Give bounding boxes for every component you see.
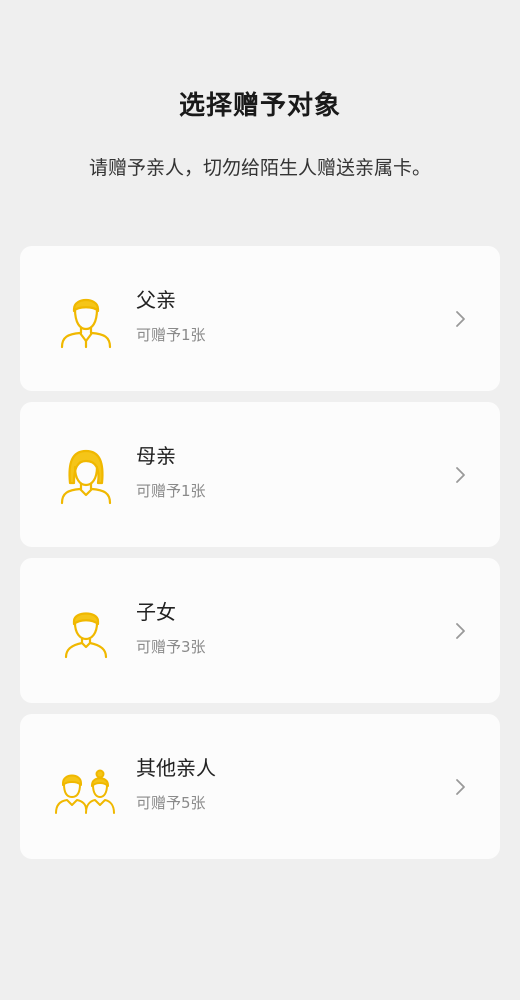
recipient-label: 其他亲人 — [136, 755, 216, 780]
recipient-card-other-relatives[interactable]: 其他亲人 可赠予5张 — [20, 714, 500, 859]
page-subtitle: 请赠予亲人，切勿给陌生人赠送亲属卡。 — [88, 157, 431, 179]
recipient-card-father[interactable]: 父亲 可赠予1张 — [20, 246, 500, 391]
recipient-count: 可赠予3张 — [136, 637, 206, 656]
recipient-label: 子女 — [136, 599, 176, 624]
child-icon — [54, 599, 118, 663]
page-title: 选择赠予对象 — [178, 91, 341, 121]
chevron-right-icon — [450, 465, 470, 485]
chevron-right-icon — [450, 621, 470, 641]
recipient-list: 父亲 可赠予1张 母亲 可赠予1张 子女 可赠予3张 其他亲人 可赠予5张 — [20, 246, 500, 870]
recipient-label: 父亲 — [136, 287, 176, 312]
mother-icon — [54, 443, 118, 507]
father-icon — [54, 287, 118, 351]
recipient-count: 可赠予1张 — [136, 481, 206, 500]
recipient-card-mother[interactable]: 母亲 可赠予1张 — [20, 402, 500, 547]
recipient-label: 母亲 — [136, 443, 176, 468]
chevron-right-icon — [450, 309, 470, 329]
other-relatives-icon — [54, 755, 118, 819]
recipient-card-child[interactable]: 子女 可赠予3张 — [20, 558, 500, 703]
recipient-count: 可赠予5张 — [136, 793, 206, 812]
recipient-count: 可赠予1张 — [136, 325, 206, 344]
header: 选择赠予对象 请赠予亲人，切勿给陌生人赠送亲属卡。 — [0, 0, 520, 182]
chevron-right-icon — [450, 777, 470, 797]
